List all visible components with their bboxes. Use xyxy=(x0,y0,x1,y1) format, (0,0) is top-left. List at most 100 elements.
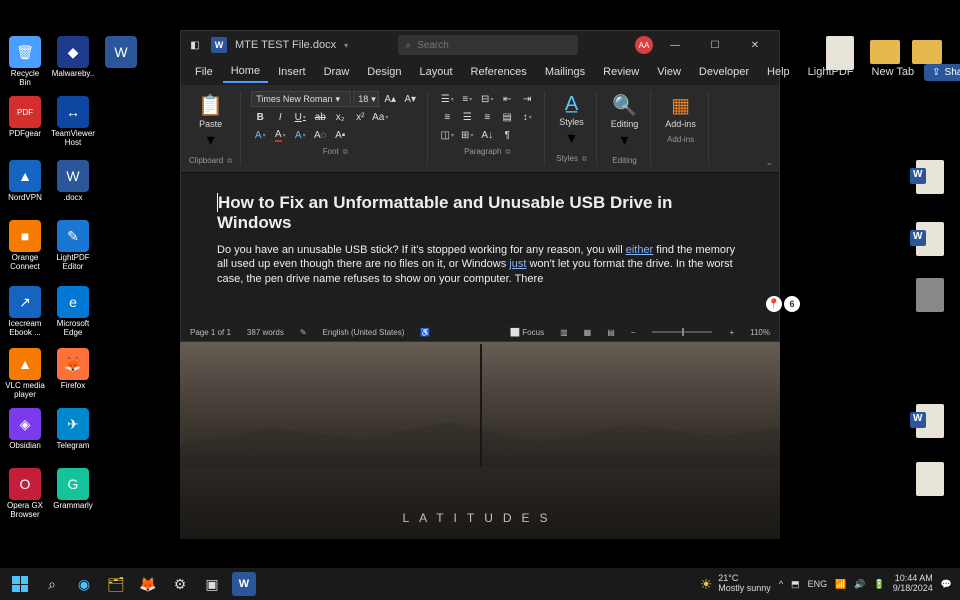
desktop-icon-firefox[interactable]: 🦊Firefox xyxy=(52,348,94,391)
case-button[interactable]: Aa▾ xyxy=(371,109,389,125)
tab-view[interactable]: View xyxy=(649,62,689,82)
italic-button[interactable]: I xyxy=(271,109,289,125)
chevron-down-icon[interactable]: ▾ xyxy=(344,41,348,50)
desktop-icon-pdfgear[interactable]: PDFPDFgear xyxy=(4,96,46,139)
strike-button[interactable]: ab xyxy=(311,109,329,125)
desktop-icon-icecream[interactable]: ↗Icecream Ebook ... xyxy=(4,286,46,338)
styles-button[interactable]: A̲ Styles▾ xyxy=(555,91,588,150)
tab-lightpdf[interactable]: LightPDF xyxy=(800,62,862,82)
titlebar[interactable]: ◧ W MTE TEST File.docx ▾ ⌕ AA — ☐ ✕ xyxy=(181,31,779,59)
desktop-icon-teamviewer[interactable]: ↔TeamViewer Host xyxy=(52,96,94,148)
superscript-button[interactable]: x² xyxy=(351,109,369,125)
notification-badge[interactable]: 📍 6 xyxy=(766,296,800,312)
desktop-icon-vlc[interactable]: ▲VLC media player xyxy=(4,348,46,400)
align-left-button[interactable]: ≡ xyxy=(438,109,456,125)
zoom-out-button[interactable]: − xyxy=(628,328,639,337)
autosave-toggle[interactable]: ◧ xyxy=(187,37,203,53)
folder-2[interactable] xyxy=(912,40,942,64)
start-button[interactable] xyxy=(8,572,32,596)
settings-taskbar[interactable]: ⚙ xyxy=(168,572,192,596)
numbering-button[interactable]: ≡▾ xyxy=(458,91,476,107)
language-indicator[interactable]: ENG xyxy=(808,579,828,589)
accessibility-icon[interactable]: ♿ xyxy=(417,328,433,337)
tab-layout[interactable]: Layout xyxy=(412,62,461,82)
word-doc-r4[interactable] xyxy=(916,404,944,438)
desktop-icon-edge[interactable]: eMicrosoft Edge xyxy=(52,286,94,338)
search-input[interactable] xyxy=(417,40,569,51)
tab-design[interactable]: Design xyxy=(359,62,409,82)
read-mode-icon[interactable]: ▥ xyxy=(557,328,571,337)
spellcheck-icon[interactable]: ✎ xyxy=(297,328,310,337)
zoom-level[interactable]: 110% xyxy=(747,328,773,337)
bold-button[interactable]: B xyxy=(251,109,269,125)
show-marks-button[interactable]: ¶ xyxy=(498,127,516,143)
desktop-icon-word-doc-1[interactable]: W xyxy=(100,36,142,70)
firefox-taskbar[interactable]: 🦊 xyxy=(136,572,160,596)
tab-new-tab[interactable]: New Tab xyxy=(864,62,923,82)
addins-button[interactable]: ▦ Add-ins xyxy=(661,91,700,131)
language[interactable]: English (United States) xyxy=(320,328,408,337)
focus-mode[interactable]: ⬜ Focus xyxy=(507,328,547,337)
line-spacing-button[interactable]: ↕▾ xyxy=(518,109,536,125)
weather-widget[interactable]: ☀ 21°CMostly sunny xyxy=(700,574,771,594)
tray-app-icon[interactable]: ⬒ xyxy=(791,579,800,590)
app-taskbar[interactable]: ▣ xyxy=(200,572,224,596)
tab-help[interactable]: Help xyxy=(759,62,798,82)
font-name-select[interactable]: Times New Roman▾ xyxy=(251,91,351,107)
underline-button[interactable]: U▾ xyxy=(291,109,309,125)
tab-review[interactable]: Review xyxy=(595,62,647,82)
justify-button[interactable]: ▤ xyxy=(498,109,516,125)
desktop-icon-lightpdf[interactable]: ✎LightPDF Editor xyxy=(52,220,94,272)
word-doc-r2[interactable] xyxy=(916,222,944,256)
desktop-icon-obsidian[interactable]: ◈Obsidian xyxy=(4,408,46,451)
tab-developer[interactable]: Developer xyxy=(691,62,757,82)
shrink-font-button[interactable]: A▾ xyxy=(401,91,419,107)
paste-button[interactable]: 📋 Paste ▾ xyxy=(194,91,227,152)
maximize-button[interactable]: ☐ xyxy=(697,33,733,57)
text-effects-button[interactable]: A▾ xyxy=(291,127,309,143)
zoom-in-button[interactable]: + xyxy=(726,328,737,337)
clock[interactable]: 10:44 AM9/18/2024 xyxy=(893,574,933,594)
tab-file[interactable]: File xyxy=(187,62,221,82)
align-center-button[interactable]: ☰ xyxy=(458,109,476,125)
web-layout-icon[interactable]: ▤ xyxy=(604,328,618,337)
shading-button[interactable]: ◫▾ xyxy=(438,127,456,143)
desktop-icon-malwarebytes[interactable]: ◆Malwareby.. xyxy=(52,36,94,79)
word-taskbar[interactable]: W xyxy=(232,572,256,596)
multilevel-button[interactable]: ⊟▾ xyxy=(478,91,496,107)
desktop-icon-recycle-bin[interactable]: 🗑Recycle Bin xyxy=(4,36,46,88)
tab-references[interactable]: References xyxy=(463,62,535,82)
desktop-icon-orange-connect[interactable]: ■Orange Connect xyxy=(4,220,46,272)
explorer-button[interactable]: 🗂 xyxy=(104,572,128,596)
tray-chevron-icon[interactable]: ^ xyxy=(779,579,783,589)
font-color-button[interactable]: A▾ xyxy=(271,127,289,143)
align-right-button[interactable]: ≡ xyxy=(478,109,496,125)
file-doc-r3[interactable] xyxy=(916,278,944,312)
word-count[interactable]: 387 words xyxy=(244,328,287,337)
tab-insert[interactable]: Insert xyxy=(270,62,314,82)
close-button[interactable]: ✕ xyxy=(737,33,773,57)
task-view-button[interactable]: ◉ xyxy=(72,572,96,596)
volume-icon[interactable]: 🔊 xyxy=(854,579,865,590)
page-count[interactable]: Page 1 of 1 xyxy=(187,328,234,337)
char-shading-button[interactable]: A▪ xyxy=(331,127,349,143)
battery-icon[interactable]: 🔋 xyxy=(874,579,885,590)
font-size-select[interactable]: 18▾ xyxy=(353,91,379,107)
bullets-button[interactable]: ☰▾ xyxy=(438,91,456,107)
editing-button[interactable]: 🔍 Editing▾ xyxy=(607,91,643,152)
increase-indent-button[interactable]: ⇥ xyxy=(518,91,536,107)
wifi-icon[interactable]: 📶 xyxy=(835,579,846,590)
decrease-indent-button[interactable]: ⇤ xyxy=(498,91,516,107)
tab-draw[interactable]: Draw xyxy=(316,62,358,82)
minimize-button[interactable]: — xyxy=(657,33,693,57)
sort-button[interactable]: A↓ xyxy=(478,127,496,143)
print-layout-icon[interactable]: ▦ xyxy=(581,328,595,337)
tab-mailings[interactable]: Mailings xyxy=(537,62,593,82)
desktop-icon-nordvpn[interactable]: ▲NordVPN xyxy=(4,160,46,203)
desktop-icon-opera-gx[interactable]: OOpera GX Browser xyxy=(4,468,46,520)
document-page[interactable]: How to Fix an Unformattable and Unusable… xyxy=(181,173,779,323)
share-button[interactable]: ⇪ Share xyxy=(924,64,960,81)
grow-font-button[interactable]: A▴ xyxy=(381,91,399,107)
desktop-icon-docx-1[interactable]: W.docx xyxy=(52,160,94,203)
notifications-button[interactable]: 💬 xyxy=(941,579,952,590)
